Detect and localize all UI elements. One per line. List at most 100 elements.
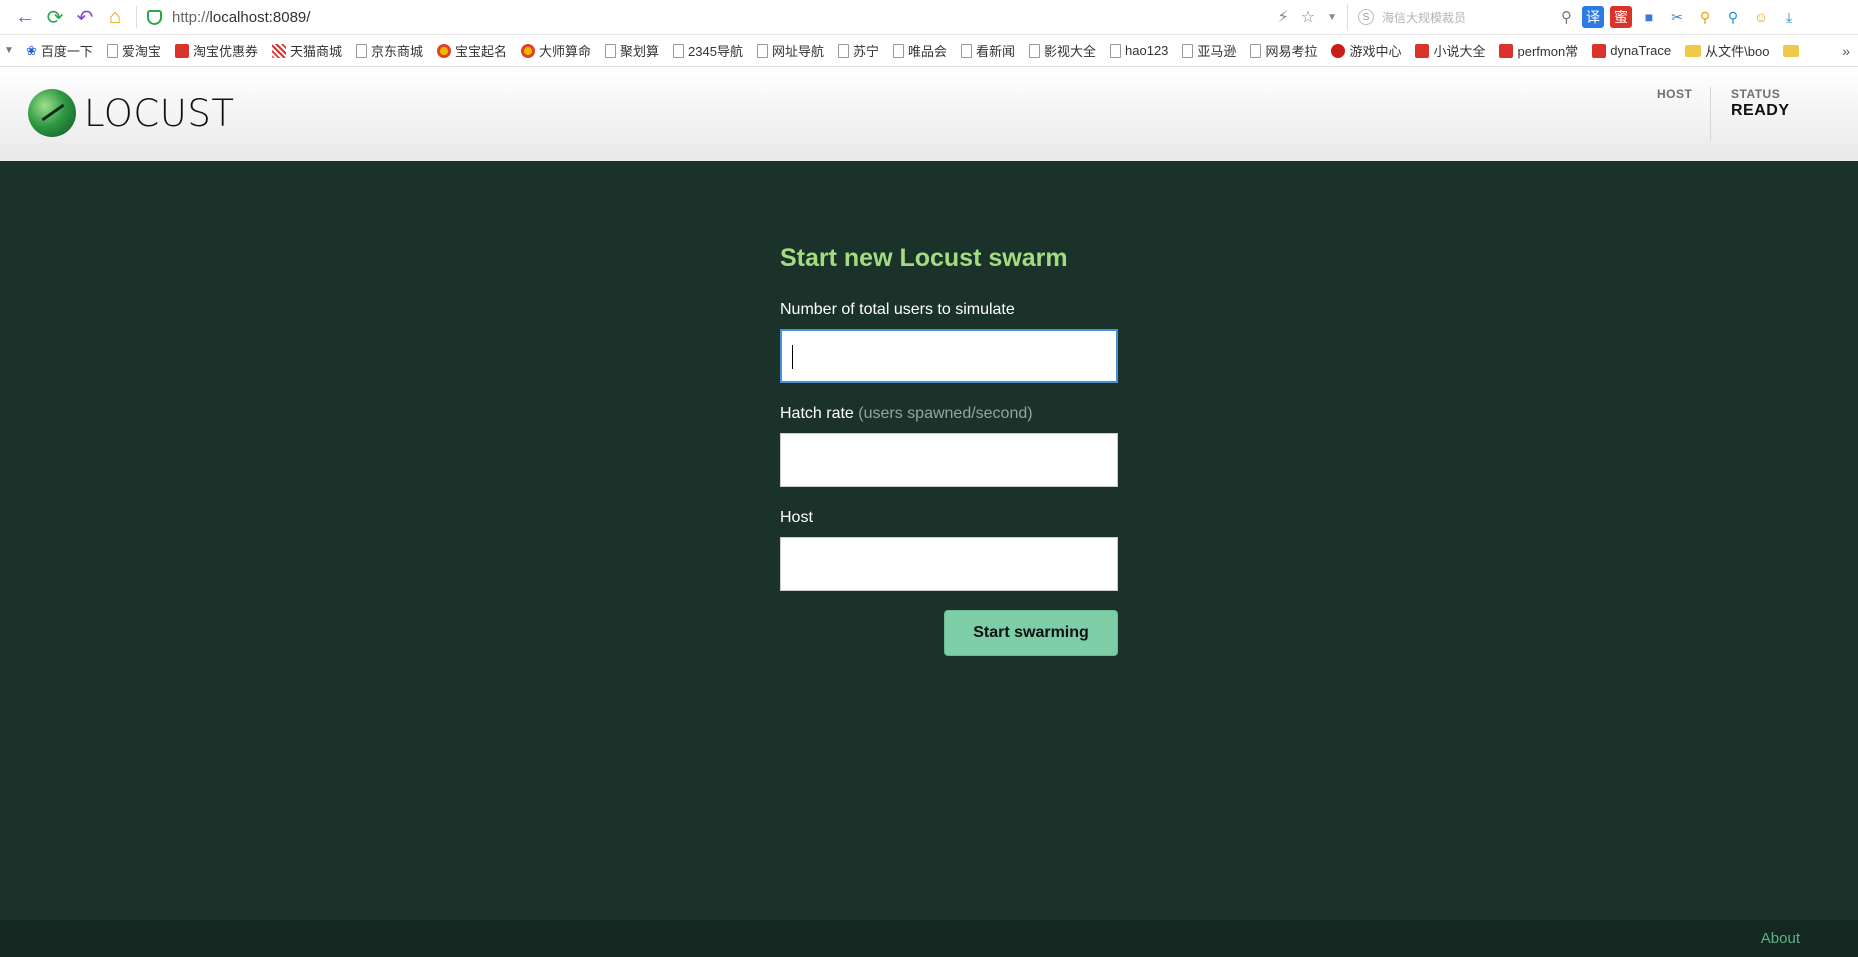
status-label: STATUS	[1731, 87, 1781, 101]
bookmark-label: 苏宁	[852, 44, 879, 59]
bookmark-item[interactable]: 爱淘宝	[106, 39, 161, 63]
locust-logo-icon	[28, 89, 76, 137]
hatch-rate-hint: (users spawned/second)	[858, 405, 1033, 422]
magnifier-icon[interactable]: ⚲	[1722, 6, 1744, 28]
bookmark-label: 百度一下	[40, 44, 93, 59]
bookmark-item[interactable]: 影视大全	[1029, 39, 1096, 63]
refresh-icon[interactable]: ⟳	[40, 2, 70, 32]
bookmark-label: 游戏中心	[1349, 44, 1402, 59]
bookmark-label: dynaTrace	[1610, 43, 1672, 58]
bookmark-label: 2345导航	[688, 44, 743, 59]
hatch-rate-input[interactable]	[780, 433, 1118, 487]
status-value: READY	[1731, 102, 1790, 119]
scissors-icon[interactable]: ✂	[1666, 6, 1688, 28]
search-input[interactable]: 海信大规模裁员	[1382, 9, 1561, 26]
bookmark-yin-icon	[436, 43, 451, 58]
bookmark-label: 看新闻	[976, 44, 1016, 59]
bookmark-label: 网址导航	[771, 44, 824, 59]
start-swarming-button[interactable]: Start swarming	[944, 610, 1118, 656]
star-icon[interactable]: ☆	[1301, 7, 1315, 27]
bookmark-red-icon	[1499, 43, 1514, 58]
bookmark-doc-icon	[1182, 43, 1194, 58]
bookmark-item[interactable]: 天猫商城	[271, 39, 342, 63]
coupon-icon[interactable]: 蜜	[1610, 6, 1632, 28]
logo-text: LOCUST	[84, 91, 235, 135]
bookmark-item[interactable]: hao123	[1110, 39, 1168, 63]
bookmark-tmall-icon	[271, 43, 286, 58]
bookmark-doc-icon	[961, 43, 972, 58]
bookmark-label: 唯品会	[907, 44, 947, 59]
bookmark-label: 爱淘宝	[121, 44, 161, 59]
bookmark-doc-icon	[892, 43, 904, 58]
bookmark-doc-icon	[1029, 43, 1041, 58]
bookmark-doc-icon	[756, 43, 768, 58]
host-field-label: Host	[780, 509, 813, 526]
bookmark-item[interactable]: 小说大全	[1415, 39, 1485, 63]
back-arrow-icon[interactable]: ←	[10, 2, 40, 32]
bookmark-item[interactable]: 宝宝起名	[436, 39, 507, 63]
bookmark-yin-icon	[521, 43, 535, 58]
host-label: HOST	[1657, 87, 1693, 101]
lightning-icon[interactable]: ⚡	[1278, 7, 1289, 27]
more-bookmarks-icon[interactable]: »	[1842, 43, 1850, 59]
swarm-form: Start new Locust swarm Number of total u…	[780, 244, 1118, 656]
address-bar[interactable]: http://localhost:8089/ ⚡ ☆ ▼	[147, 4, 1347, 30]
undo-icon[interactable]: ↶	[70, 2, 100, 32]
header-divider	[1710, 87, 1711, 141]
bookmark-item[interactable]: 唯品会	[892, 39, 947, 63]
translate-icon[interactable]: 译	[1582, 6, 1604, 28]
bookmark-label: 淘宝优惠券	[192, 44, 258, 59]
bookmark-item[interactable]: 大师算命	[521, 39, 591, 63]
bookmark-red-icon	[1415, 43, 1430, 58]
users-input[interactable]	[780, 329, 1118, 383]
secure-shield-icon	[147, 9, 162, 25]
bookmark-item[interactable]: 看新闻	[961, 39, 1015, 63]
bookmark-item[interactable]: 网址导航	[756, 39, 824, 63]
bookmark-doc-icon	[1250, 43, 1262, 58]
bookmark-item[interactable]: dynaTrace	[1592, 39, 1671, 63]
bookmark-red-icon	[174, 43, 189, 58]
url-text[interactable]: http://localhost:8089/	[172, 9, 310, 26]
about-link[interactable]: About	[1761, 930, 1800, 947]
home-icon[interactable]: ⌂	[100, 2, 130, 32]
host-stat: HOST	[1657, 87, 1692, 102]
bookmark-label: hao123	[1125, 43, 1169, 58]
bookmark-label: 天猫商城	[289, 44, 342, 59]
bookmark-item[interactable]: 网易考拉	[1250, 39, 1317, 63]
bookmark-label: 从文件\boo	[1705, 44, 1770, 59]
bookmark-item[interactable]: 2345导航	[673, 39, 743, 63]
bookmark-item[interactable]: 聚划算	[605, 39, 659, 63]
bookmark-item[interactable]: 淘宝优惠券	[174, 39, 258, 63]
bookmark-doc-icon	[837, 43, 849, 58]
bookmark-label: 小说大全	[1433, 44, 1486, 59]
bookmark-label: 网易考拉	[1265, 44, 1318, 59]
search-box[interactable]: S 海信大规模裁员 ⚲	[1347, 4, 1572, 30]
bookmark-item[interactable]: ❀ 百度一下	[26, 39, 93, 63]
locust-logo[interactable]: LOCUST	[28, 89, 234, 137]
bookmark-item[interactable]: 京东商城	[355, 39, 423, 63]
bookmark-folder-icon	[1783, 44, 1800, 57]
bookmark-label: 聚划算	[620, 44, 660, 59]
host-input[interactable]	[780, 537, 1118, 591]
bookmark-label: perfmon常	[1517, 44, 1579, 59]
key-icon[interactable]: ⚲	[1694, 6, 1716, 28]
bookmark-item[interactable]: perfmon常	[1499, 39, 1578, 63]
bookmark-label: 影视大全	[1044, 44, 1097, 59]
smiley-icon[interactable]: ☺	[1750, 6, 1772, 28]
bookmark-label: 亚马逊	[1197, 44, 1237, 59]
footer: About	[0, 920, 1858, 957]
search-icon[interactable]: ⚲	[1561, 8, 1572, 26]
bookmark-item[interactable]	[1783, 39, 1803, 63]
bookmark-item[interactable]: 亚马逊	[1182, 39, 1236, 63]
bookmark-manager-icon[interactable]: ■	[1638, 6, 1660, 28]
download-icon[interactable]: ⤓	[1778, 6, 1800, 28]
hatch-rate-label-row: Hatch rate (users spawned/second)	[780, 405, 1118, 423]
chevron-down-icon[interactable]: ▼	[1327, 12, 1337, 23]
button-row: Start swarming	[780, 610, 1118, 656]
bookmark-item[interactable]: 苏宁	[837, 39, 879, 63]
bookmark-item[interactable]: 从文件\boo	[1685, 39, 1769, 63]
bookmarks-chevron-icon[interactable]: ▼	[4, 45, 18, 56]
bookmark-item[interactable]: 游戏中心	[1331, 39, 1401, 63]
search-engine-icon: S	[1358, 9, 1374, 25]
bookmark-paw-icon: ❀	[26, 42, 37, 58]
